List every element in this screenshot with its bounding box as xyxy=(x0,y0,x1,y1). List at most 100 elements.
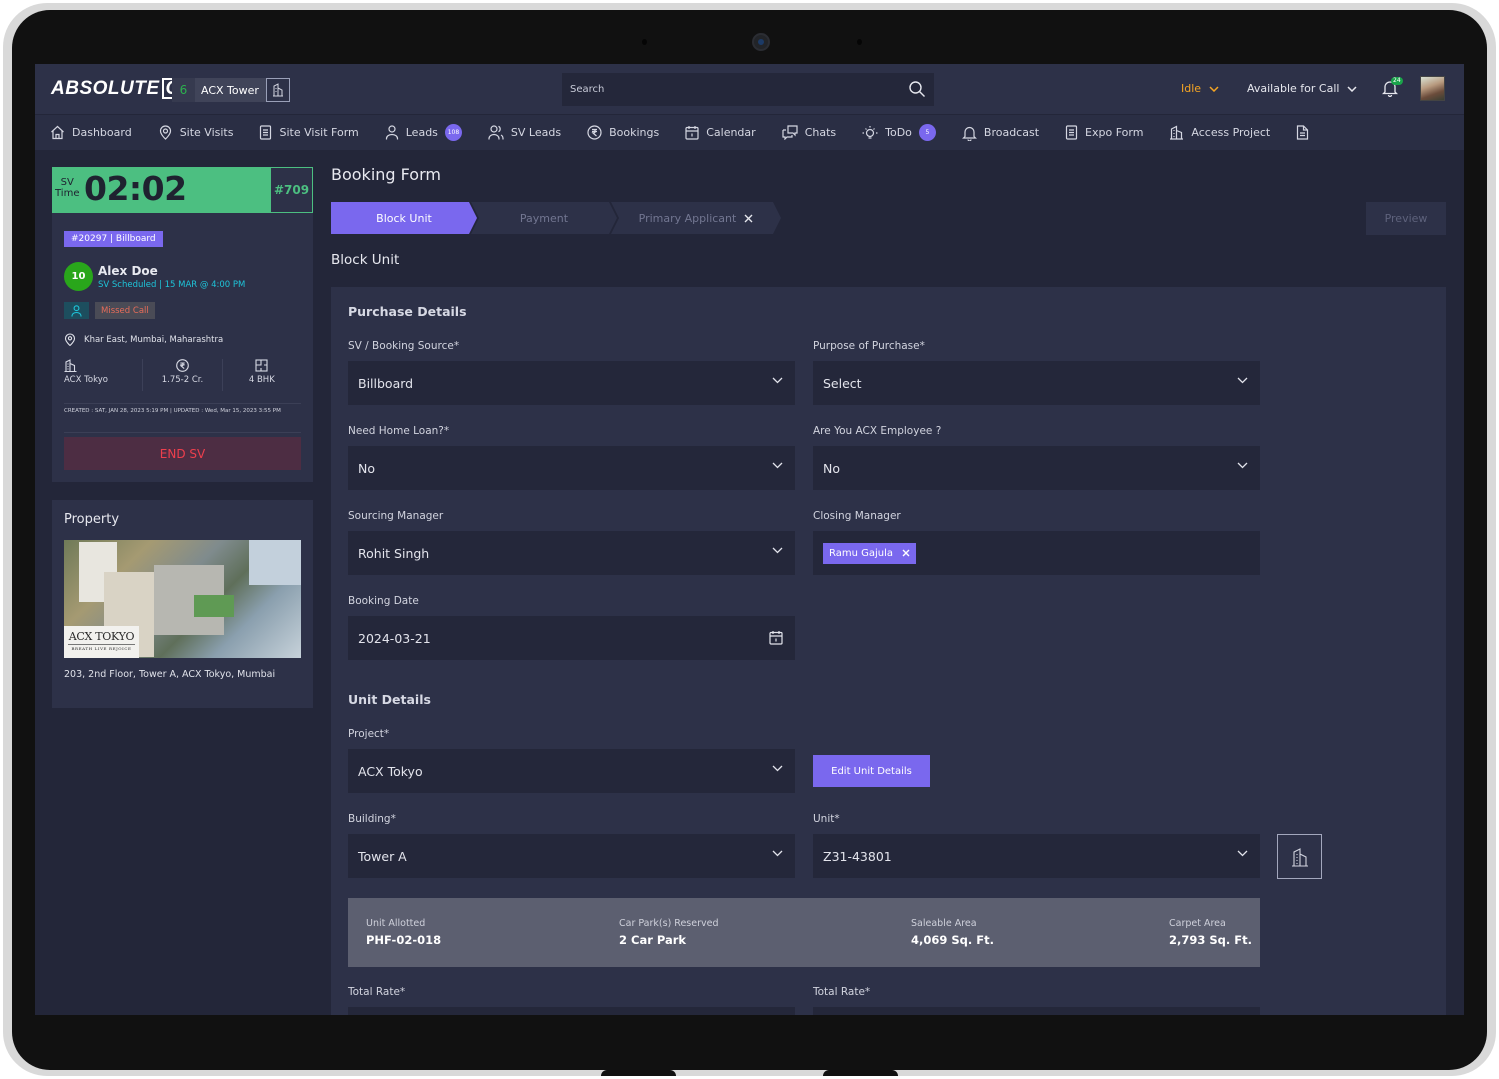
section-title: Block Unit xyxy=(331,252,400,268)
building-icon xyxy=(1170,125,1184,140)
project-select[interactable]: ACX Tokyo xyxy=(348,749,795,793)
chevron-down-icon xyxy=(772,377,783,384)
closing-manager-label: Closing Manager xyxy=(813,510,901,522)
availability-value: Available for Call xyxy=(1247,82,1340,95)
remove-tag-icon[interactable] xyxy=(902,549,910,557)
presence-dropdown[interactable]: Idle xyxy=(1181,82,1219,95)
lead-source-tag: #20297 | Billboard xyxy=(64,231,163,247)
unit-inventory-button[interactable] xyxy=(1277,834,1322,879)
total-rate-input[interactable] xyxy=(813,1007,1260,1015)
booking-date-label: Booking Date xyxy=(348,595,419,607)
chevron-down-icon xyxy=(1209,85,1219,92)
unit-summary: Unit Allotted PHF-02-018 Car Park(s) Res… xyxy=(348,898,1260,967)
user-avatar[interactable] xyxy=(1420,76,1445,101)
acx-employee-label: Are You ACX Employee ? xyxy=(813,425,942,437)
booking-date-input[interactable]: 2024-03-21 xyxy=(348,616,795,660)
nav-label: Leads xyxy=(405,126,438,139)
unit-select[interactable]: Z31-43801 xyxy=(813,834,1260,878)
unit-details-title: Unit Details xyxy=(348,692,431,707)
property-card: Property ACX TOKYO BREATH LIVE REJOICE 2… xyxy=(52,500,313,708)
nav-label: Broadcast xyxy=(983,126,1040,139)
nav-todo[interactable]: ToDo 5 xyxy=(862,124,936,141)
total-rate-label: Total Rate* xyxy=(348,986,406,998)
search-input[interactable]: Search xyxy=(562,73,934,106)
booking-source-select[interactable]: Billboard xyxy=(348,361,795,405)
project-count: 6 xyxy=(172,78,195,102)
top-bar: ABSOLUTECX 6 ACX Tower Search Idle Avail… xyxy=(35,64,1464,114)
presence-value: Idle xyxy=(1181,82,1202,95)
end-sv-button[interactable]: END SV xyxy=(64,437,301,470)
location-text: Khar East, Mumbai, Maharashtra xyxy=(84,334,224,345)
document-icon xyxy=(1297,125,1309,140)
closing-manager-multiselect[interactable]: Ramu Gajula xyxy=(813,531,1260,575)
nav-chats[interactable]: Chats xyxy=(782,125,836,140)
purchase-details-title: Purchase Details xyxy=(348,304,467,319)
nav-label: Expo Form xyxy=(1085,126,1144,139)
home-icon xyxy=(51,125,64,140)
stat-budget: 1.75-2 Cr. xyxy=(142,359,221,391)
nav-site-visit-form[interactable]: Site Visit Form xyxy=(259,125,359,140)
frame-notch xyxy=(601,1070,676,1076)
users-icon xyxy=(488,125,504,140)
search-icon[interactable] xyxy=(908,80,926,102)
nav-calendar[interactable]: Calendar xyxy=(685,125,756,140)
nav-broadcast[interactable]: Broadcast xyxy=(961,125,1040,141)
total-rate-label: Total Rate* xyxy=(813,986,871,998)
nav-label: ToDo xyxy=(885,126,912,139)
person-icon[interactable] xyxy=(64,302,89,319)
total-rate-input[interactable] xyxy=(348,1007,795,1015)
sourcing-manager-select[interactable]: Rohit Singh xyxy=(348,531,795,575)
nav-sv-leads[interactable]: SV Leads xyxy=(488,125,561,140)
sensor-dot xyxy=(857,39,862,45)
nav-leads[interactable]: Leads 108 xyxy=(385,124,462,141)
nav-expo-form[interactable]: Expo Form xyxy=(1065,125,1143,140)
purpose-label: Purpose of Purchase* xyxy=(813,340,925,352)
summary-saleable-area: Saleable Area 4,069 Sq. Ft. xyxy=(911,918,994,947)
purpose-select[interactable]: Select xyxy=(813,361,1260,405)
closing-manager-tag: Ramu Gajula xyxy=(823,542,917,564)
floorplan-icon xyxy=(255,359,268,372)
step-payment[interactable]: Payment xyxy=(471,202,617,234)
nav-more-document[interactable] xyxy=(1296,125,1309,140)
project-switcher[interactable]: 6 ACX Tower xyxy=(172,78,290,102)
step-block-unit[interactable]: Block Unit xyxy=(331,202,477,234)
call-availability-dropdown[interactable]: Available for Call xyxy=(1247,82,1357,95)
home-loan-label: Need Home Loan?* xyxy=(348,425,450,437)
notifications-button[interactable]: 24 xyxy=(1381,77,1403,101)
acx-employee-select[interactable]: No xyxy=(813,446,1260,490)
sourcing-manager-label: Sourcing Manager xyxy=(348,510,444,522)
bell-icon xyxy=(961,126,977,141)
project-name: ACX Tower xyxy=(201,83,259,97)
page-title: Booking Form xyxy=(331,165,441,184)
building-select[interactable]: Tower A xyxy=(348,834,795,878)
visit-id: #709 xyxy=(270,167,313,213)
preview-button[interactable]: Preview xyxy=(1366,202,1446,235)
nav-label: Calendar xyxy=(706,126,756,139)
edit-unit-details-button[interactable]: Edit Unit Details xyxy=(813,755,930,787)
timer-label: SV Time xyxy=(55,177,80,199)
home-loan-select[interactable]: No xyxy=(348,446,795,490)
nav-label: Access Project xyxy=(1191,126,1271,139)
chevron-down-icon xyxy=(1237,850,1248,857)
nav-bookings[interactable]: Bookings xyxy=(587,125,659,140)
nav-dashboard[interactable]: Dashboard xyxy=(50,125,132,140)
property-brand-logo: ACX TOKYO BREATH LIVE REJOICE xyxy=(64,626,139,658)
step-primary-applicant[interactable]: Primary Applicant xyxy=(611,202,781,234)
rupee-icon xyxy=(176,359,189,372)
nav-label: Bookings xyxy=(609,126,660,139)
property-image[interactable]: ACX TOKYO BREATH LIVE REJOICE xyxy=(64,540,301,658)
nav-label: Chats xyxy=(804,126,837,139)
nav-access-project[interactable]: Access Project xyxy=(1169,125,1270,140)
site-visit-card: SV Time 02:02 #709 #20297 | Billboard 10 … xyxy=(52,167,313,482)
building-label: Building* xyxy=(348,813,396,825)
lead-name[interactable]: Alex Doe xyxy=(98,264,158,278)
search-placeholder: Search xyxy=(570,84,605,95)
close-icon[interactable] xyxy=(744,214,753,223)
chevron-down-icon xyxy=(772,850,783,857)
calendar-icon[interactable] xyxy=(769,630,783,645)
timer-value: 02:02 xyxy=(84,169,187,208)
main-nav: Dashboard Site Visits Site Visit Form Le… xyxy=(35,115,1464,150)
nav-site-visits[interactable]: Site Visits xyxy=(158,125,233,140)
building-icon[interactable] xyxy=(265,78,290,102)
location-pin-icon xyxy=(64,333,76,346)
